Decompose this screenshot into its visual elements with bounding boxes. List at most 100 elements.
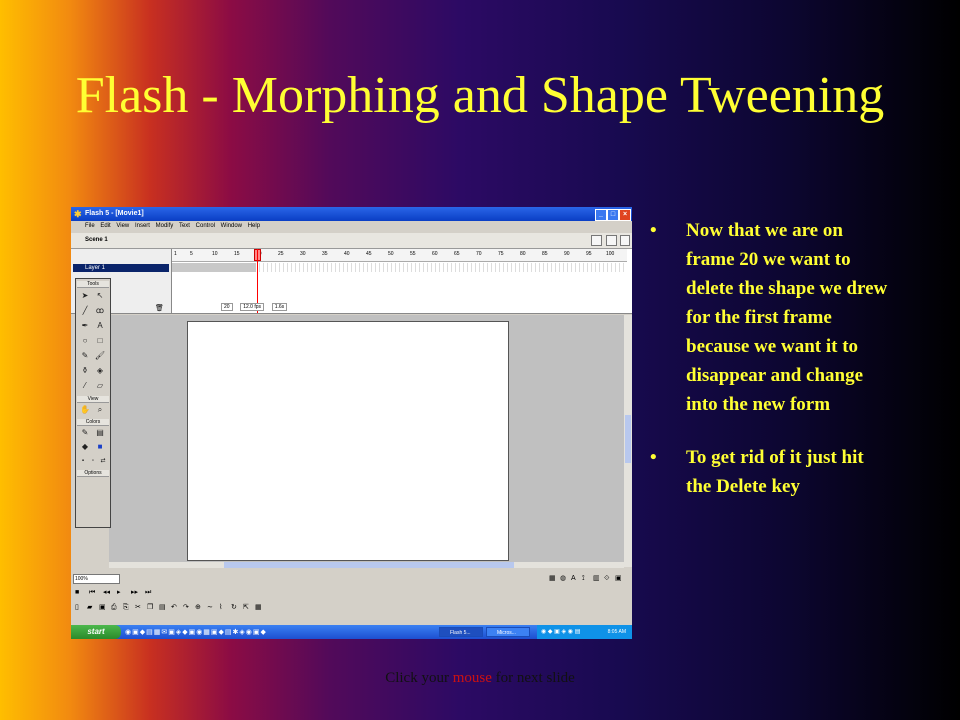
bullet-list: • Now that we are on frame 20 we want to …: [648, 216, 888, 525]
pencil-tool-icon[interactable]: ✎: [79, 350, 91, 362]
ruler-tick: 55: [410, 251, 416, 257]
stroke-swatch[interactable]: ▤: [94, 427, 106, 439]
dropper-tool-icon[interactable]: ⁄: [79, 380, 91, 392]
edit-scene-icon[interactable]: [591, 235, 602, 246]
taskbar-flash-window[interactable]: Flash 5...: [439, 627, 483, 637]
pen-tool-icon[interactable]: ✒: [79, 320, 91, 332]
paste-icon[interactable]: ▤: [159, 603, 171, 611]
zoom-tool-icon[interactable]: ⌕: [94, 404, 106, 416]
maximize-button[interactable]: □: [607, 209, 619, 221]
paint-bucket-icon[interactable]: ◈: [94, 365, 106, 377]
ruler-tick: 75: [498, 251, 504, 257]
print-preview-icon[interactable]: ⎘: [123, 604, 135, 612]
menu-control[interactable]: Control: [196, 223, 215, 229]
next-slide-hint[interactable]: Click your mouse for next slide: [0, 670, 960, 687]
rotate-icon[interactable]: ↻: [231, 603, 243, 611]
eraser-tool-icon[interactable]: ▱: [94, 380, 106, 392]
brush-tool-icon[interactable]: 🖌: [94, 350, 106, 362]
edit-symbol-icon[interactable]: [606, 235, 617, 246]
quick-launch-icons[interactable]: ◉▣◆▤▦✉▣◈◆▣◉▦▣◆▤✱◈◉▣◆: [125, 628, 267, 636]
bullet-dot: •: [650, 220, 657, 241]
ruler-tick: 40: [344, 251, 350, 257]
arrow-tool-icon[interactable]: ➤: [79, 290, 91, 302]
play-icon[interactable]: ▸: [117, 588, 131, 596]
minimize-button[interactable]: _: [595, 209, 607, 221]
menu-file[interactable]: File: [85, 223, 95, 229]
tray-icons[interactable]: ◉ ◆ ▣ ◈ ◉ ▤: [541, 628, 580, 635]
actions-panel-icon[interactable]: ⟐: [604, 575, 615, 583]
menu-modify[interactable]: Modify: [156, 223, 174, 229]
taskbar-microsoft-window[interactable]: Micros...: [486, 627, 530, 637]
horizontal-scrollbar[interactable]: [109, 562, 624, 568]
go-to-end-icon[interactable]: ⏭: [145, 589, 159, 597]
smooth-icon[interactable]: ∼: [207, 603, 219, 611]
open-folder-icon[interactable]: ▰: [87, 603, 99, 611]
line-tool-icon[interactable]: ╱: [79, 305, 91, 317]
fill-color-icon[interactable]: ◆: [79, 441, 91, 453]
menu-edit[interactable]: Edit: [100, 223, 110, 229]
movie-explorer-icon[interactable]: ▥: [593, 574, 604, 582]
stage-canvas[interactable]: [187, 321, 509, 561]
align-icon[interactable]: ▦: [255, 603, 267, 611]
library-panel-icon[interactable]: ▣: [615, 574, 626, 582]
instance-panel-icon[interactable]: ⟟: [582, 575, 593, 583]
menu-insert[interactable]: Insert: [135, 223, 150, 229]
rectangle-tool-icon[interactable]: □: [94, 335, 106, 347]
character-panel-icon[interactable]: A: [571, 575, 582, 582]
ink-bottle-icon[interactable]: ⚱: [79, 365, 91, 377]
panel-launcher: ▦ ◍ A ⟟ ▥ ⟐ ▣: [549, 574, 626, 583]
layer-name: Layer 1: [85, 265, 106, 271]
fill-swatch[interactable]: ■: [94, 441, 106, 453]
footer-keyword: mouse: [452, 670, 492, 686]
save-icon[interactable]: ▣: [99, 603, 111, 611]
menu-window[interactable]: Window: [221, 223, 242, 229]
hand-tool-icon[interactable]: ✋: [79, 404, 91, 416]
ruler-tick: 5: [190, 251, 193, 257]
text-tool-icon[interactable]: A: [94, 320, 106, 332]
redo-icon[interactable]: ↷: [183, 603, 195, 611]
ruler-tick: 35: [322, 251, 328, 257]
ruler-tick: 30: [300, 251, 306, 257]
info-panel-icon[interactable]: ▦: [549, 574, 560, 582]
snap-icon[interactable]: ⊕: [195, 603, 207, 611]
rewind-icon[interactable]: ⏮: [89, 589, 103, 597]
ruler-tick: 25: [278, 251, 284, 257]
scale-icon[interactable]: ⇱: [243, 603, 255, 611]
new-file-icon[interactable]: ▯: [75, 603, 87, 611]
current-frame: 20: [221, 303, 233, 311]
vertical-scrollbar[interactable]: [624, 315, 632, 567]
stroke-color-icon[interactable]: ✎: [79, 427, 91, 439]
close-button[interactable]: ×: [619, 209, 631, 221]
step-forward-icon[interactable]: ▸▸: [131, 588, 145, 596]
lasso-tool-icon[interactable]: ꝏ: [94, 305, 106, 317]
print-icon[interactable]: ⎙: [111, 604, 123, 612]
start-button[interactable]: start: [71, 625, 121, 639]
ruler-tick: 50: [388, 251, 394, 257]
frame-ruler[interactable]: 1 5 10 15 20 25 30 35 40 45 50 55 60 65 …: [172, 249, 627, 262]
menu-text[interactable]: Text: [179, 223, 190, 229]
subselect-tool-icon[interactable]: ↖: [94, 290, 106, 302]
toolbox-panel: Tools ➤ ↖ ╱ ꝏ ✒ A ○ □ ✎ 🖌 ⚱ ◈ ⁄ ▱ View ✋…: [75, 278, 111, 528]
straighten-icon[interactable]: ⌇: [219, 603, 231, 611]
colors-header: Colors: [77, 419, 109, 426]
standard-toolbar: ▯ ▰ ▣ ⎙ ⎘ ✂ ❐ ▤ ↶ ↷ ⊕ ∼ ⌇ ↻ ⇱ ▦: [75, 603, 267, 614]
ruler-tick: 60: [432, 251, 438, 257]
ruler-tick: 80: [520, 251, 526, 257]
menu-view[interactable]: View: [116, 223, 129, 229]
zoom-control-icon[interactable]: [620, 235, 630, 246]
copy-icon[interactable]: ❐: [147, 603, 159, 611]
swap-colors-icon[interactable]: ⇄: [97, 455, 109, 467]
menu-help[interactable]: Help: [248, 223, 260, 229]
oval-tool-icon[interactable]: ○: [79, 335, 91, 347]
undo-icon[interactable]: ↶: [171, 603, 183, 611]
zoom-select[interactable]: 100%: [73, 574, 120, 584]
keyframe-span[interactable]: [172, 263, 256, 272]
scroll-thumb[interactable]: [224, 562, 514, 568]
mixer-panel-icon[interactable]: ◍: [560, 574, 571, 582]
trash-icon[interactable]: 🗑: [155, 304, 164, 312]
step-back-icon[interactable]: ◂◂: [103, 588, 117, 596]
scroll-thumb[interactable]: [625, 415, 631, 463]
layer-row[interactable]: Layer 1: [73, 264, 169, 272]
stop-icon[interactable]: ■: [75, 589, 89, 596]
cut-icon[interactable]: ✂: [135, 603, 147, 611]
